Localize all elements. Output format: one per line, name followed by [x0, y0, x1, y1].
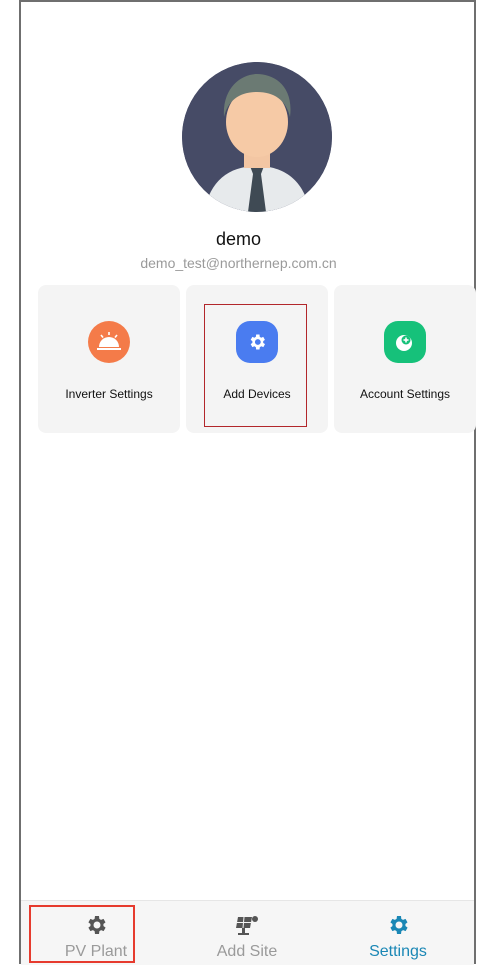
tab-settings-label: Settings: [369, 943, 427, 960]
highlight-box: [204, 304, 307, 427]
avatar-illustration: [182, 62, 332, 212]
solar-panel-icon: [234, 913, 260, 942]
tab-add-site-label: Add Site: [216, 943, 278, 960]
highlight-box: [29, 905, 135, 963]
user-email: demo_test@northernep.com.cn: [140, 255, 337, 271]
account-icon: [384, 321, 426, 363]
tab-add-site[interactable]: Add Site: [172, 901, 322, 965]
account-settings-label: Account Settings: [359, 387, 451, 401]
tab-settings[interactable]: Settings: [323, 901, 473, 965]
account-settings-card[interactable]: Account Settings: [334, 285, 476, 433]
inverter-settings-card[interactable]: Inverter Settings: [38, 285, 180, 433]
gear-icon: [386, 913, 410, 942]
sunrise-icon: [88, 321, 130, 363]
avatar[interactable]: [182, 62, 332, 212]
username: demo: [215, 229, 262, 249]
inverter-settings-label: Inverter Settings: [65, 387, 153, 401]
